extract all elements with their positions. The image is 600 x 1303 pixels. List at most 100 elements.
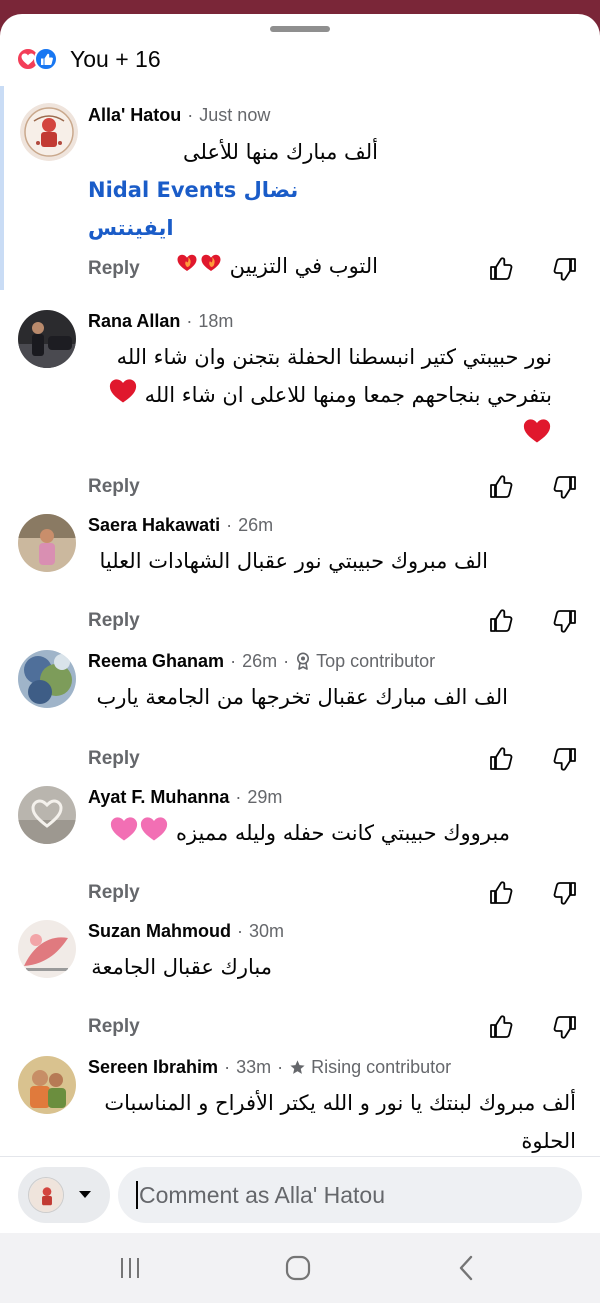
reply-button[interactable]: Reply xyxy=(88,254,140,284)
comment-line: ألف مبارك منها للأعلى xyxy=(182,140,378,164)
avatar[interactable] xyxy=(18,920,76,978)
red-heart-icon xyxy=(108,376,138,416)
comment-time[interactable]: 26m xyxy=(242,651,277,672)
reply-button[interactable]: Reply xyxy=(88,744,140,774)
comment-item: Sereen Ibrahim · 33m · Rising contributo… xyxy=(0,1054,600,1158)
comment-text: نور حبيبتي كتير انبسطنا الحفلة بتجنن وان… xyxy=(88,338,552,456)
comment-composer: Comment as Alla' Hatou xyxy=(0,1156,600,1233)
thumbs-down-icon[interactable] xyxy=(552,608,578,639)
comment-text: ألف مبروك لبنتك يا نور و الله يكتر الأفر… xyxy=(88,1084,576,1160)
comment-line: مبرووك حبيبتي كانت حفله وليله مميزه xyxy=(88,814,510,854)
reactions-summary[interactable]: You + 16 xyxy=(16,44,161,74)
star-icon xyxy=(290,1059,305,1074)
comment-actions: Reply xyxy=(88,472,588,502)
comment-author[interactable]: Rana Allan xyxy=(88,311,180,332)
thumbs-down-icon[interactable] xyxy=(552,474,578,505)
comment-line: ألف مبروك لبنتك يا نور و الله يكتر الأفر… xyxy=(104,1091,576,1115)
comment-meta: Reema Ghanam · 26m · Top contributor xyxy=(88,650,436,672)
comment-actions: Reply xyxy=(88,1012,588,1042)
comment-line xyxy=(88,416,552,456)
home-icon[interactable] xyxy=(278,1253,318,1283)
comment-line: بتفرحي بنجاحهم جمعا ومنها للاعلى ان شاء … xyxy=(88,376,552,416)
comment-author[interactable]: Sereen Ibrahim xyxy=(88,1057,218,1078)
comment-meta: Saera Hakawati · 26m xyxy=(88,514,274,536)
reactions-count: You + 16 xyxy=(70,45,161,72)
comment-item: Alla' Hatou · Just now ألف مبارك منها لل… xyxy=(0,86,600,290)
comment-meta: Ayat F. Muhanna · 29m xyxy=(88,786,283,808)
red-heart-icon xyxy=(522,416,552,456)
thumbs-down-icon[interactable] xyxy=(552,746,578,777)
thumbs-down-icon[interactable] xyxy=(552,880,578,911)
thumbs-down-icon[interactable] xyxy=(552,1014,578,1045)
drag-handle[interactable] xyxy=(270,26,330,32)
thumbs-up-icon[interactable] xyxy=(488,474,514,505)
comment-line: مبارك عقبال الجامعة xyxy=(91,955,272,979)
pink-heart-icon xyxy=(139,814,169,854)
comment-author[interactable]: Alla' Hatou xyxy=(88,105,181,126)
comment-author[interactable]: Reema Ghanam xyxy=(88,651,224,672)
comment-meta: Rana Allan · 18m xyxy=(88,310,234,332)
text-cursor xyxy=(136,1181,138,1209)
reply-button[interactable]: Reply xyxy=(88,1012,140,1042)
comment-time[interactable]: Just now xyxy=(199,105,270,126)
comment-meta: Alla' Hatou · Just now xyxy=(88,104,271,126)
thumbs-up-icon[interactable] xyxy=(488,256,514,287)
comment-actions: Reply xyxy=(88,878,588,908)
comment-time[interactable]: 18m xyxy=(198,311,233,332)
avatar[interactable] xyxy=(18,650,76,708)
back-icon[interactable] xyxy=(446,1253,486,1283)
comment-actions: Reply xyxy=(88,254,588,284)
comment-meta: Suzan Mahmoud · 30m xyxy=(88,920,285,942)
thumbs-up-icon[interactable] xyxy=(488,880,514,911)
thumbs-down-icon[interactable] xyxy=(552,256,578,287)
contributor-badge[interactable]: Top contributor xyxy=(295,651,435,672)
chevron-down-icon xyxy=(78,1186,92,1204)
thumbs-up-icon[interactable] xyxy=(488,746,514,777)
reaction-icons xyxy=(16,46,62,72)
avatar[interactable] xyxy=(18,514,76,572)
comment-input[interactable]: Comment as Alla' Hatou xyxy=(118,1167,582,1223)
reply-button[interactable]: Reply xyxy=(88,472,140,502)
comment-actions: Reply xyxy=(88,606,588,636)
recent-apps-icon[interactable] xyxy=(110,1253,150,1283)
comment-time[interactable]: 30m xyxy=(249,921,284,942)
comment-line: الف الف مبارك عقبال تخرجها من الجامعة يا… xyxy=(96,685,508,709)
comment-item: Suzan Mahmoud · 30m مبارك عقبال الجامعة … xyxy=(0,918,600,1042)
comment-item: Saera Hakawati · 26m الف مبروك حبيبتي نو… xyxy=(0,512,600,633)
avatar[interactable] xyxy=(18,1056,76,1114)
status-bar-edge xyxy=(0,0,600,14)
avatar xyxy=(28,1177,64,1213)
avatar[interactable] xyxy=(18,786,76,844)
top-contributor-icon xyxy=(297,652,310,670)
pink-heart-icon xyxy=(109,814,139,854)
reply-button[interactable]: Reply xyxy=(88,878,140,908)
comment-mention[interactable]: Nidal Events نضال ايفينتس xyxy=(88,171,378,247)
thumbs-up-icon[interactable] xyxy=(488,608,514,639)
comment-author[interactable]: Ayat F. Muhanna xyxy=(88,787,229,808)
mention-link[interactable]: Nidal Events نضال ايفينتس xyxy=(88,178,298,240)
comment-author[interactable]: Saera Hakawati xyxy=(88,515,220,536)
system-navigation-bar xyxy=(0,1233,600,1303)
comment-line: الحلوة xyxy=(521,1129,576,1153)
comment-time[interactable]: 29m xyxy=(247,787,282,808)
thumbs-up-icon[interactable] xyxy=(488,1014,514,1045)
comment-text: مبرووك حبيبتي كانت حفله وليله مميزه xyxy=(88,814,510,854)
avatar[interactable] xyxy=(20,103,78,161)
comment-time[interactable]: 26m xyxy=(238,515,273,536)
reply-button[interactable]: Reply xyxy=(88,606,140,636)
comment-author[interactable]: Suzan Mahmoud xyxy=(88,921,231,942)
comment-meta: Sereen Ibrahim · 33m · Rising contributo… xyxy=(88,1056,452,1078)
comment-item: Rana Allan · 18m نور حبيبتي كتير انبسطنا… xyxy=(0,308,600,508)
comment-text: الف مبروك حبيبتي نور عقبال الشهادات العل… xyxy=(88,542,488,580)
comment-text: الف الف مبارك عقبال تخرجها من الجامعة يا… xyxy=(88,678,508,716)
comment-time[interactable]: 33m xyxy=(236,1057,271,1078)
profile-switcher[interactable] xyxy=(18,1167,110,1223)
contributor-badge[interactable]: Rising contributor xyxy=(289,1057,451,1078)
comment-line: نور حبيبتي كتير انبسطنا الحفلة بتجنن وان… xyxy=(116,345,552,369)
comment-line: الف مبروك حبيبتي نور عقبال الشهادات العل… xyxy=(99,549,488,573)
comments-sheet: You + 16 Alla' Hatou · Just now ألف مبار… xyxy=(0,14,600,1233)
comment-item: Ayat F. Muhanna · 29m مبرووك حبيبتي كانت… xyxy=(0,784,600,908)
comment-item: Reema Ghanam · 26m · Top contributor الف… xyxy=(0,648,600,772)
comment-actions: Reply xyxy=(88,744,588,774)
avatar[interactable] xyxy=(18,310,76,368)
